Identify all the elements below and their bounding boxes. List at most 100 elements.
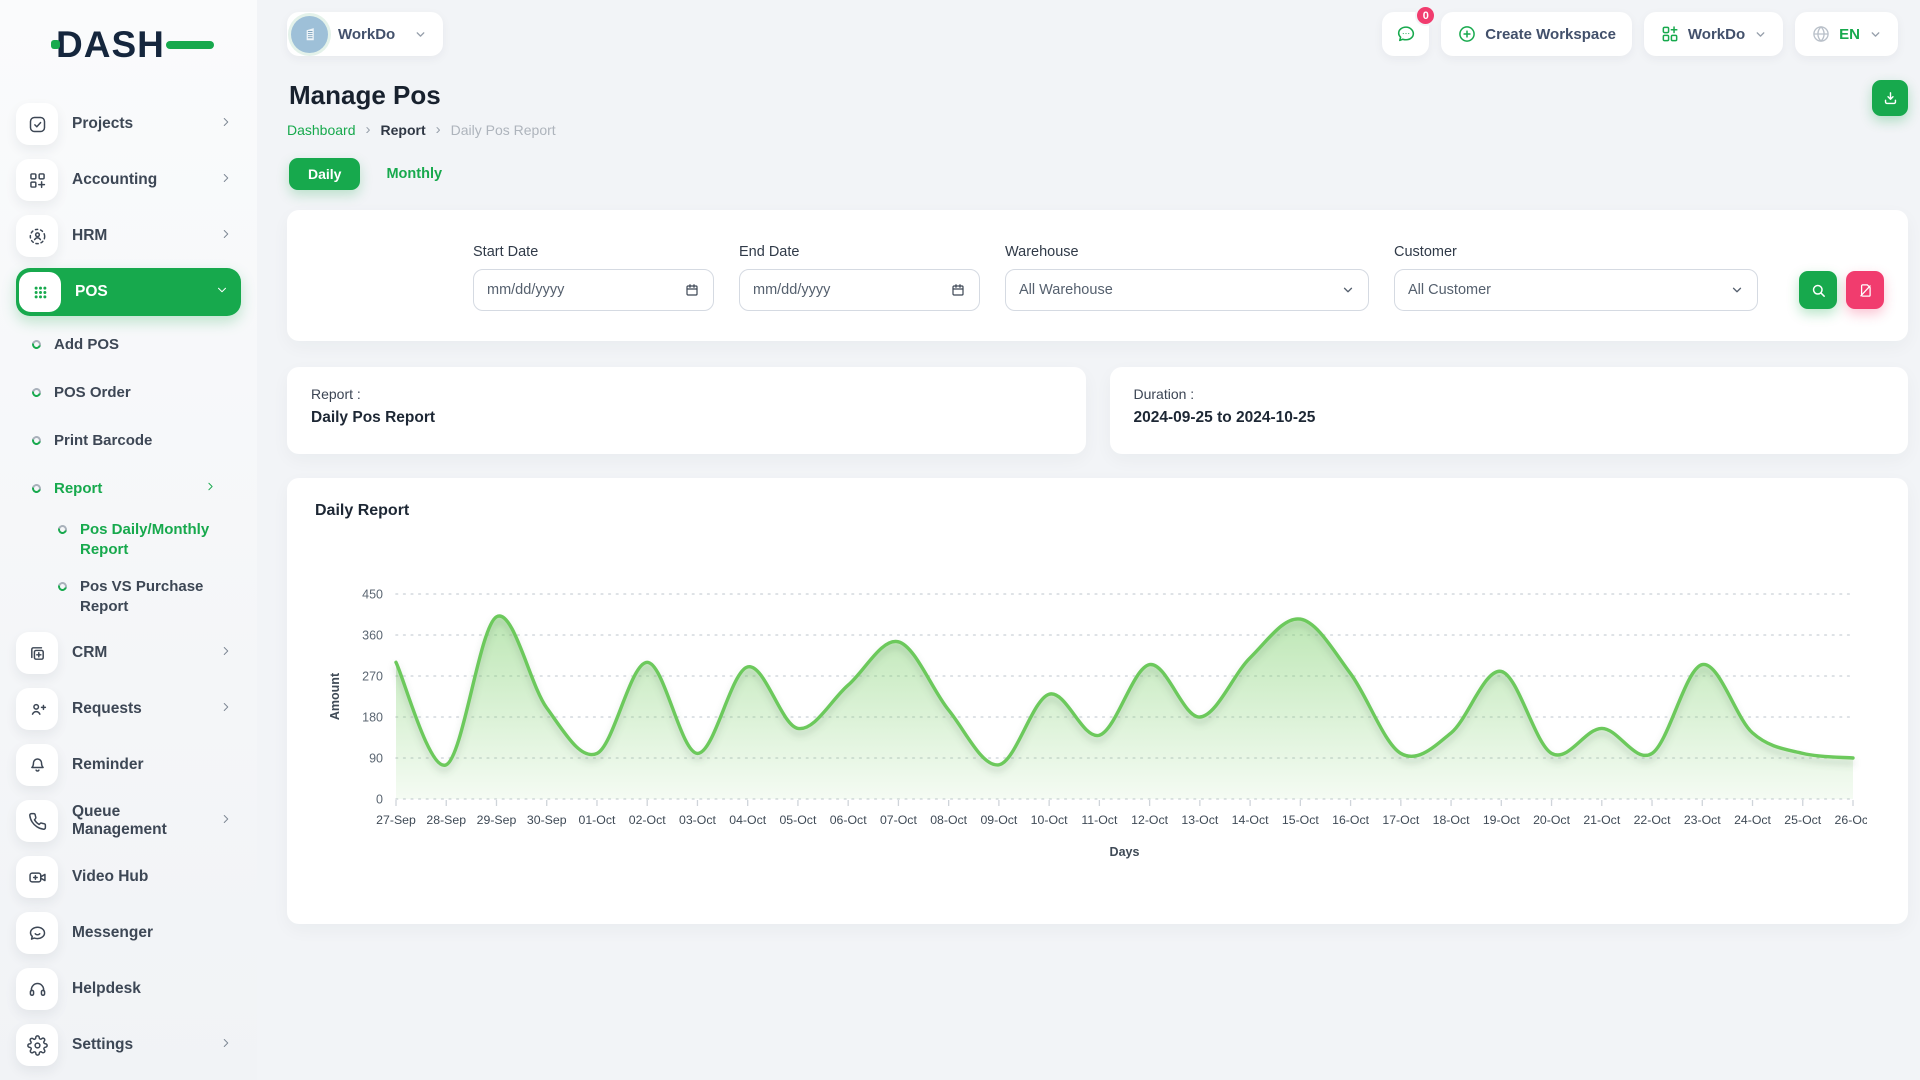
breadcrumb: Dashboard › Report › Daily Pos Report: [287, 121, 556, 138]
sidebar-item-queue-management[interactable]: Queue Management: [16, 793, 241, 849]
workspace-selector[interactable]: WorkDo: [287, 12, 443, 56]
sidebar-item-projects[interactable]: Projects: [16, 96, 241, 152]
topbar: WorkDo 0 Create Workspace: [257, 0, 1920, 58]
svg-text:14-Oct: 14-Oct: [1232, 813, 1269, 827]
report-summary-card: Report : Daily Pos Report: [287, 367, 1086, 454]
daily-report-chart: 090180270360450 27-Sep28-Sep29-Sep30-Sep…: [311, 554, 1884, 886]
logo-dot: [51, 40, 60, 49]
sidebar-item-reminder[interactable]: Reminder: [16, 737, 241, 793]
notification-badge: 0: [1415, 5, 1436, 26]
sidebar-item-label: Queue Management: [72, 803, 205, 839]
person-dashed-circle-icon: [16, 215, 58, 257]
svg-text:01-Oct: 01-Oct: [579, 813, 616, 827]
sidebar-item-pos[interactable]: POS: [16, 268, 241, 316]
bullet-icon: [30, 386, 42, 398]
bullet-icon: [56, 580, 68, 592]
sidebar-item-messenger[interactable]: Messenger: [16, 905, 241, 961]
language-selector[interactable]: EN: [1795, 12, 1898, 56]
workspace-switcher-button[interactable]: WorkDo: [1644, 12, 1783, 56]
daily-report-card: Daily Report 090180270360450 27-Sep28-Se…: [287, 478, 1908, 924]
sidebar-item-add-pos[interactable]: Add POS: [16, 320, 241, 368]
start-date-label: Start Date: [473, 244, 714, 260]
search-button[interactable]: [1799, 271, 1837, 309]
chart-title: Daily Report: [315, 502, 1884, 520]
sidebar-item-hrm[interactable]: HRM: [16, 208, 241, 264]
bullet-icon: [56, 523, 68, 535]
logo-text: DASH: [56, 24, 165, 65]
breadcrumb-report[interactable]: Report: [381, 122, 426, 138]
sidebar-item-report[interactable]: Report: [16, 464, 241, 512]
sidebar-item-requests[interactable]: Requests: [16, 681, 241, 737]
svg-text:90: 90: [369, 752, 383, 766]
globe-icon: [1811, 24, 1831, 44]
sidebar-nav: Projects Accounting HRMPOSAdd POSPOS Order…: [16, 96, 241, 1073]
page-title: Manage Pos: [289, 80, 556, 111]
create-workspace-label: Create Workspace: [1485, 26, 1616, 43]
sidebar-item-video-hub[interactable]: Video Hub: [16, 849, 241, 905]
chevron-down-icon: [1754, 28, 1767, 41]
sidebar-item-label: Pos Daily/Monthly Report: [80, 520, 230, 561]
chevron-down-icon: [1730, 283, 1744, 297]
sidebar-item-settings[interactable]: Settings: [16, 1017, 241, 1073]
sidebar-item-pos-order[interactable]: POS Order: [16, 368, 241, 416]
app-menu-label: WorkDo: [1688, 26, 1745, 43]
sidebar-item-pos-daily-monthly-report[interactable]: Pos Daily/Monthly Report: [16, 512, 241, 569]
chevron-down-icon: [414, 28, 427, 41]
tab-daily[interactable]: Daily: [289, 158, 360, 190]
svg-text:09-Oct: 09-Oct: [980, 813, 1017, 827]
sidebar-item-label: CRM: [72, 644, 107, 662]
svg-text:360: 360: [362, 629, 383, 643]
chevron-down-icon: [215, 283, 229, 302]
report-mode-tabs: Daily Monthly: [289, 158, 1908, 190]
warehouse-field: Warehouse All Warehouse: [1005, 244, 1369, 311]
breadcrumb-separator: ›: [366, 121, 371, 138]
sidebar-item-crm[interactable]: CRM: [16, 625, 241, 681]
bullet-icon: [30, 338, 42, 350]
filter-panel: Start Date mm/dd/yyyy End Date mm/dd/yyy…: [287, 210, 1908, 341]
customer-value: All Customer: [1408, 282, 1491, 298]
svg-text:02-Oct: 02-Oct: [629, 813, 666, 827]
calendar-icon[interactable]: [684, 282, 700, 298]
tab-monthly[interactable]: Monthly: [386, 166, 442, 182]
svg-text:18-Oct: 18-Oct: [1433, 813, 1470, 827]
svg-text:13-Oct: 13-Oct: [1181, 813, 1218, 827]
sidebar-item-label: Reminder: [72, 756, 144, 774]
svg-text:05-Oct: 05-Oct: [779, 813, 816, 827]
svg-text:06-Oct: 06-Oct: [830, 813, 867, 827]
reset-filter-button[interactable]: [1846, 271, 1884, 309]
customer-select[interactable]: All Customer: [1394, 269, 1758, 311]
sidebar: DASH Projects Accounting HRMPOSAdd POSPOS …: [0, 0, 257, 1080]
svg-text:29-Sep: 29-Sep: [477, 813, 517, 827]
bullet-icon: [30, 482, 42, 494]
sidebar-item-label: Print Barcode: [54, 432, 152, 449]
sidebar-item-label: Pos VS Purchase Report: [80, 577, 230, 618]
download-report-button[interactable]: [1872, 80, 1908, 116]
gear-icon: [16, 1024, 58, 1066]
phone-icon: [16, 800, 58, 842]
warehouse-select[interactable]: All Warehouse: [1005, 269, 1369, 311]
breadcrumb-dashboard[interactable]: Dashboard: [287, 122, 356, 138]
duration-value: 2024-09-25 to 2024-10-25: [1134, 409, 1885, 427]
svg-text:24-Oct: 24-Oct: [1734, 813, 1771, 827]
duration-summary-card: Duration : 2024-09-25 to 2024-10-25: [1110, 367, 1909, 454]
reset-filter-icon: [1857, 282, 1874, 299]
sidebar-item-label: Helpdesk: [72, 980, 141, 998]
svg-text:26-Oct: 26-Oct: [1835, 813, 1867, 827]
chevron-right-icon: [219, 227, 233, 246]
sidebar-item-pos-vs-purchase-report[interactable]: Pos VS Purchase Report: [16, 569, 241, 626]
sidebar-item-print-barcode[interactable]: Print Barcode: [16, 416, 241, 464]
sidebar-item-helpdesk[interactable]: Helpdesk: [16, 961, 241, 1017]
plus-circle-icon: [1457, 24, 1477, 44]
svg-text:270: 270: [362, 670, 383, 684]
summary-cards: Report : Daily Pos Report Duration : 202…: [287, 367, 1908, 454]
end-date-input[interactable]: mm/dd/yyyy: [739, 269, 980, 311]
create-workspace-button[interactable]: Create Workspace: [1441, 12, 1632, 56]
brand-logo[interactable]: DASH: [56, 24, 186, 66]
messages-button[interactable]: 0: [1382, 12, 1429, 56]
calendar-icon[interactable]: [950, 282, 966, 298]
sidebar-item-label: Report: [54, 480, 102, 497]
sidebar-item-label: Accounting: [72, 171, 157, 189]
start-date-input[interactable]: mm/dd/yyyy: [473, 269, 714, 311]
sidebar-item-accounting[interactable]: Accounting: [16, 152, 241, 208]
bullet-icon: [30, 434, 42, 446]
